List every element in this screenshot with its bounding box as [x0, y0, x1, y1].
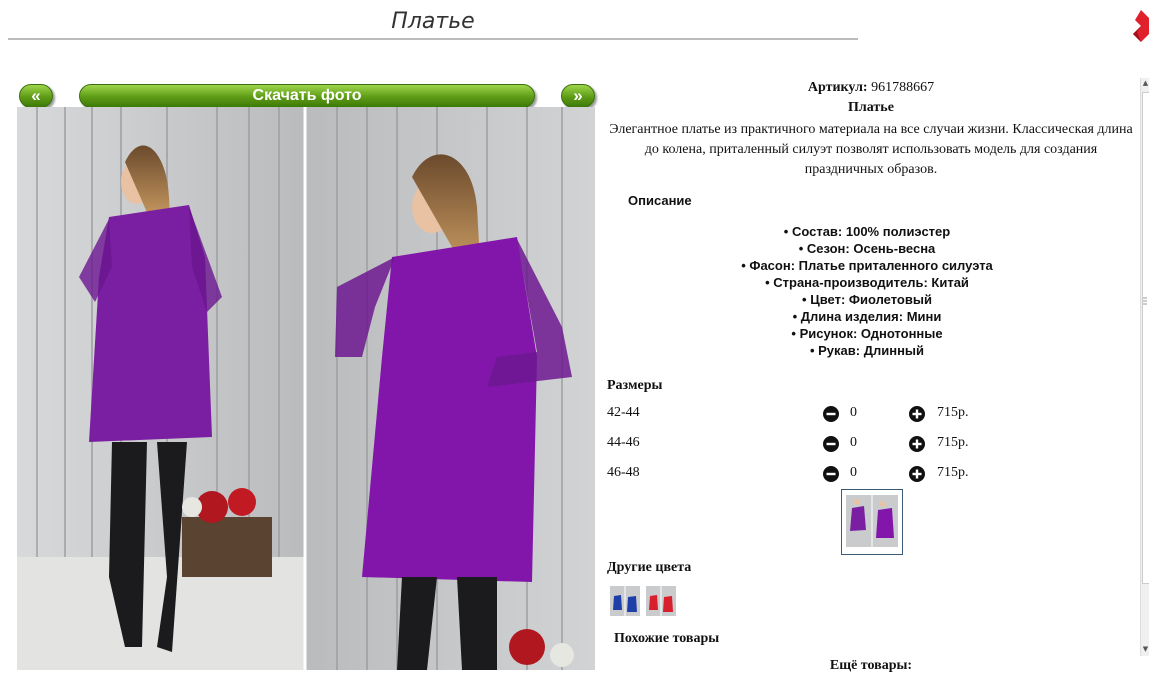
feature-item: Цвет: Фиолетовый: [607, 291, 1127, 308]
price: 715р.: [937, 465, 969, 480]
scroll-down-icon[interactable]: ▼: [1141, 644, 1149, 654]
feature-item: Фасон: Платье приталенного силуэта: [607, 257, 1127, 274]
plus-icon[interactable]: [909, 466, 925, 482]
color-variant-blue[interactable]: [610, 586, 640, 616]
page-title: Платье: [8, 6, 858, 40]
download-photo-button[interactable]: Скачать фото: [79, 84, 535, 108]
similar-heading: Похожие товары: [614, 631, 720, 646]
next-photo-button[interactable]: »: [561, 84, 595, 108]
scroll-up-icon[interactable]: ▲: [1141, 78, 1149, 88]
article-line: Артикул: 961788667: [607, 80, 1135, 96]
price: 715р.: [937, 435, 969, 450]
article-value: 961788667: [871, 80, 935, 95]
feature-list: Состав: 100% полиэстер Сезон: Осень-весн…: [607, 223, 1127, 359]
more-products-heading: Ещё товары:: [829, 658, 913, 673]
feature-item: Длина изделия: Мини: [607, 308, 1127, 325]
feature-item: Рисунок: Однотонные: [607, 325, 1127, 342]
size-row: 44-46 0 715р.: [607, 435, 987, 455]
size-label: 42-44: [607, 405, 640, 420]
prev-photo-button[interactable]: «: [19, 84, 53, 108]
quantity-value[interactable]: 0: [850, 465, 857, 481]
quantity-value[interactable]: 0: [850, 435, 857, 451]
product-intro: Элегантное платье из практичного материа…: [609, 122, 1133, 177]
grip-icon: [1143, 297, 1147, 305]
size-row: 46-48 0 715р.: [607, 465, 987, 485]
sizes-heading: Размеры: [607, 378, 663, 393]
description-heading: Описание: [628, 193, 692, 208]
minus-icon[interactable]: [823, 406, 839, 422]
feature-item: Страна-производитель: Китай: [607, 274, 1127, 291]
size-label: 44-46: [607, 435, 640, 450]
logo-icon: [1131, 8, 1149, 42]
product-name: Платье: [848, 100, 894, 115]
product-photo: [17, 107, 595, 670]
size-row: 42-44 0 715р.: [607, 405, 987, 425]
quantity-value[interactable]: 0: [850, 405, 857, 421]
color-variant-red[interactable]: [646, 586, 676, 616]
article-label: Артикул:: [807, 80, 868, 95]
photo-thumbnail[interactable]: [841, 489, 903, 555]
minus-icon[interactable]: [823, 466, 839, 482]
feature-item: Рукав: Длинный: [607, 342, 1127, 359]
plus-icon[interactable]: [909, 436, 925, 452]
plus-icon[interactable]: [909, 406, 925, 422]
other-colors-heading: Другие цвета: [607, 560, 692, 575]
minus-icon[interactable]: [823, 436, 839, 452]
price: 715р.: [937, 405, 969, 420]
scroll-thumb[interactable]: [1142, 92, 1149, 584]
feature-item: Сезон: Осень-весна: [607, 240, 1127, 257]
size-label: 46-48: [607, 465, 640, 480]
feature-item: Состав: 100% полиэстер: [607, 223, 1127, 240]
page-scrollbar[interactable]: ▲ ▼: [1140, 78, 1149, 656]
